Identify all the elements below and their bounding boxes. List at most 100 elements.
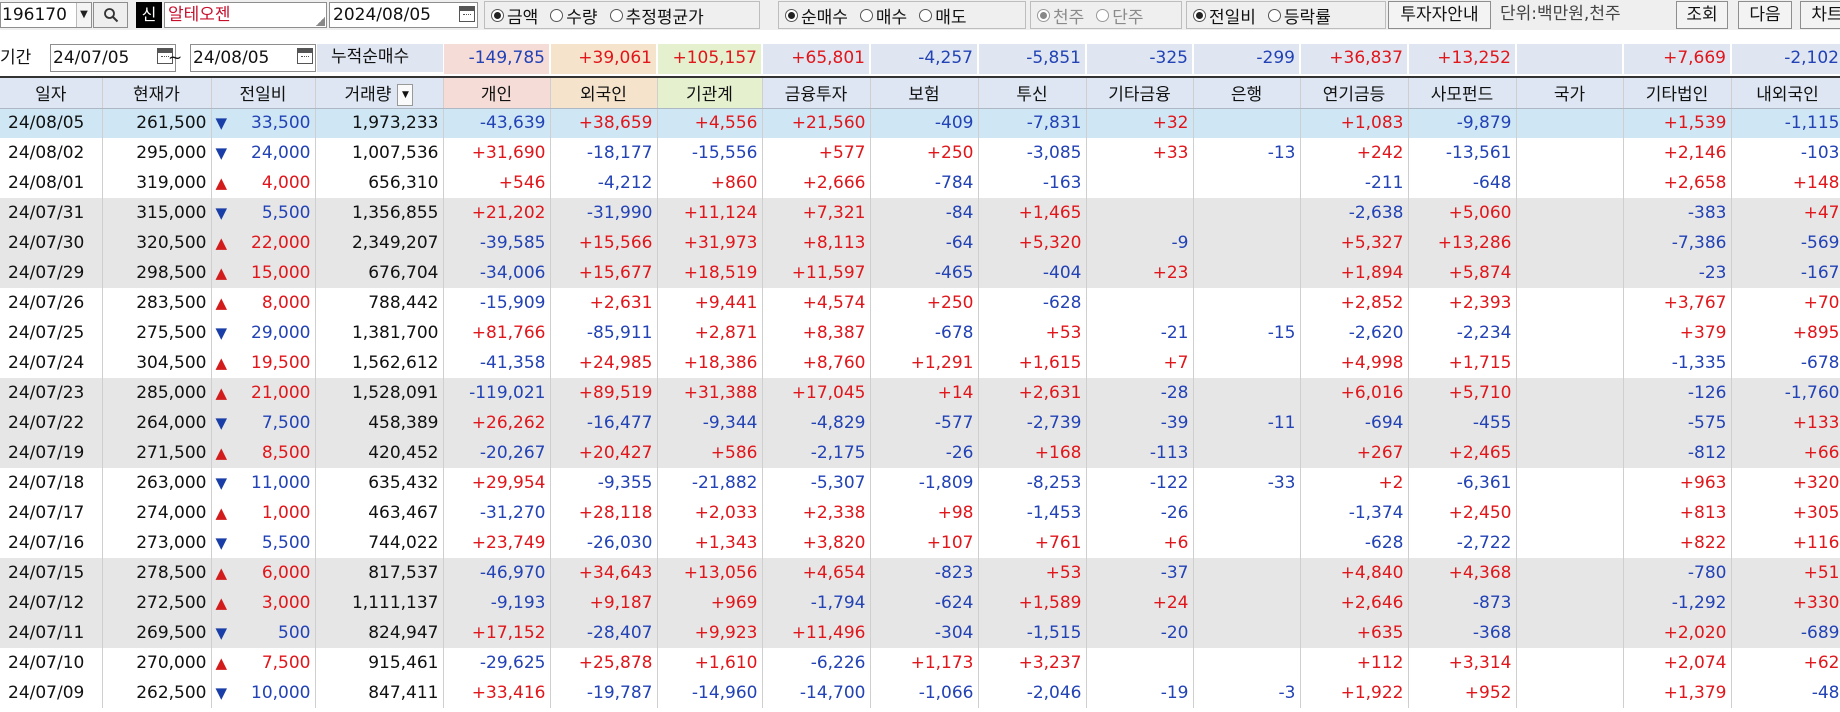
column-header-4[interactable]: 개인 [443, 78, 551, 109]
table-row[interactable]: 24/07/16 273,000 ▼ 5,500 744,022 +23,749 -26,0… [0, 528, 1840, 558]
table-row[interactable]: 24/07/11 269,500 ▼ 500 824,947 +17,152 -28,407… [0, 618, 1840, 648]
stock-name-field[interactable]: 알테오젠 [164, 2, 327, 28]
price-cell: 273,000 [102, 528, 212, 558]
table-row[interactable]: 24/07/26 283,500 ▲ 8,000 788,442 -15,909 +2,63… [0, 288, 1840, 318]
radio-quantity[interactable]: 수량 [550, 3, 598, 28]
column-header-16[interactable]: 내외국인 [1731, 78, 1840, 109]
table-row[interactable]: 24/07/15 278,500 ▲ 6,000 817,537 -46,970 +34,6… [0, 558, 1840, 588]
table-row[interactable]: 24/07/17 274,000 ▲ 1,000 463,467 -31,270 +28,1… [0, 498, 1840, 528]
date-cell: 24/07/24 [0, 348, 103, 378]
investor-value-cell: -211 [1300, 168, 1409, 198]
column-header-2[interactable]: 전일비 [211, 78, 316, 109]
sort-dropdown-icon[interactable]: ▼ [397, 83, 414, 106]
radio-dot-icon [609, 8, 623, 22]
calendar-icon[interactable] [297, 48, 313, 64]
radio-dot-icon [1267, 8, 1281, 22]
investor-value-cell: +1,615 [978, 348, 1087, 378]
radio-thousand-shares[interactable]: 천주 [1037, 3, 1084, 28]
column-header-8[interactable]: 보험 [870, 78, 979, 109]
column-header-5[interactable]: 외국인 [550, 78, 658, 109]
new-badge[interactable]: 신 [136, 2, 162, 28]
column-header-0[interactable]: 일자 [0, 78, 103, 109]
investor-value-cell: +2,146 [1623, 138, 1732, 168]
date-cell: 24/07/18 [0, 468, 103, 498]
volume-cell: 676,704 [315, 258, 444, 288]
investor-value-cell: +4,556 [657, 108, 763, 138]
radio-dot-icon [859, 8, 873, 22]
table-row[interactable]: 24/08/01 319,000 ▲ 4,000 656,310 +546 -4,212 +8… [0, 168, 1840, 198]
radio-change-rate[interactable]: 등락률 [1267, 3, 1331, 28]
radio-single-shares[interactable]: 단주 [1096, 3, 1144, 28]
investor-value-cell [1516, 678, 1624, 708]
price-cell: 269,500 [102, 618, 212, 648]
investor-value-cell: -2,739 [978, 408, 1087, 438]
table-row[interactable]: 24/07/19 271,500 ▲ 8,500 420,452 -20,267 +20,4… [0, 438, 1840, 468]
table-row[interactable]: 24/08/05 261,500 ▼ 33,500 1,973,233 -43,639 +3… [0, 108, 1840, 138]
date-cell: 24/08/01 [0, 168, 103, 198]
price-cell: 304,500 [102, 348, 212, 378]
table-row[interactable]: 24/07/30 320,500 ▲ 22,000 2,349,207 -39,585 +1… [0, 228, 1840, 258]
table-row[interactable]: 24/07/12 272,500 ▲ 3,000 1,111,137 -9,193 +9,1… [0, 588, 1840, 618]
column-header-6[interactable]: 기관계 [657, 78, 763, 109]
column-header-9[interactable]: 투신 [978, 78, 1087, 109]
investor-value-cell: -577 [870, 408, 979, 438]
investor-value-cell: +1,922 [1300, 678, 1409, 708]
table-row[interactable]: 24/07/22 264,000 ▼ 7,500 458,389 +26,262 -16,4… [0, 408, 1840, 438]
investor-value-cell: -2,234 [1408, 318, 1517, 348]
table-row[interactable]: 24/07/18 263,000 ▼ 11,000 635,432 +29,954 -9,3… [0, 468, 1840, 498]
investor-value-cell: +379 [1623, 318, 1732, 348]
table-row[interactable]: 24/08/02 295,000 ▼ 24,000 1,007,536 +31,690 -1… [0, 138, 1840, 168]
investor-value-cell: -1,292 [1623, 588, 1732, 618]
change-cell: ▼ 24,000 [211, 138, 316, 168]
radio-avg-price[interactable]: 추정평균가 [609, 3, 704, 28]
radio-prev-diff[interactable]: 전일비 [1193, 3, 1256, 28]
next-button[interactable]: 다음 [1738, 1, 1792, 29]
investor-value-cell: -628 [1300, 528, 1409, 558]
column-header-13[interactable]: 사모펀드 [1408, 78, 1517, 109]
column-header-14[interactable]: 국가 [1516, 78, 1624, 109]
radio-buy[interactable]: 매수 [859, 3, 907, 28]
investor-value-cell: -6,361 [1408, 468, 1517, 498]
table-row[interactable]: 24/07/29 298,500 ▲ 15,000 676,704 -34,006 +15,… [0, 258, 1840, 288]
investor-value-cell: +53 [978, 318, 1087, 348]
column-header-7[interactable]: 금융투자 [762, 78, 871, 109]
column-header-10[interactable]: 기타금융 [1086, 78, 1194, 109]
radio-amount[interactable]: 금액 [491, 3, 538, 28]
investor-value-cell: -34,006 [443, 258, 551, 288]
radio-sell[interactable]: 매도 [919, 3, 966, 28]
table-row[interactable]: 24/07/23 285,000 ▲ 21,000 1,528,091 -119,021 +… [0, 378, 1840, 408]
column-header-12[interactable]: 연기금등 [1300, 78, 1409, 109]
column-header-1[interactable]: 현재가 [102, 78, 212, 109]
investor-value-cell: -21,882 [657, 468, 763, 498]
table-row[interactable]: 24/07/31 315,000 ▼ 5,500 1,356,855 +21,202 -31… [0, 198, 1840, 228]
investor-value-cell: +17,152 [443, 618, 551, 648]
investor-value-cell: +1,589 [978, 588, 1087, 618]
radio-net-buy[interactable]: 순매수 [785, 3, 848, 28]
investor-value-cell: +3,820 [762, 528, 871, 558]
investor-info-button[interactable]: 투자자안내 [1388, 1, 1491, 29]
chart-button[interactable]: 차트 [1800, 1, 1840, 29]
table-row[interactable]: 24/07/09 262,500 ▼ 10,000 847,411 +33,416 -19,… [0, 678, 1840, 708]
column-header-3[interactable]: 거래량 ▼ [315, 78, 444, 109]
investor-value-cell: -569 [1731, 228, 1840, 258]
table-row[interactable]: 24/07/25 275,500 ▼ 29,000 1,381,700 +81,766 -8… [0, 318, 1840, 348]
investor-value-cell: +5,327 [1300, 228, 1409, 258]
table-row[interactable]: 24/07/24 304,500 ▲ 19,500 1,562,612 -41,358 +2… [0, 348, 1840, 378]
range-tilde: ~ [168, 48, 183, 68]
investor-value-cell: +51 [1731, 558, 1840, 588]
column-header-15[interactable]: 기타법인 [1623, 78, 1732, 109]
calendar-icon[interactable] [459, 6, 475, 22]
query-button[interactable]: 조회 [1676, 1, 1728, 29]
start-date-input[interactable]: 24/07/05 [50, 44, 176, 72]
date-cell: 24/07/10 [0, 648, 103, 678]
investor-value-cell: +330 [1731, 588, 1840, 618]
search-button[interactable] [93, 2, 128, 28]
table-row[interactable]: 24/07/10 270,000 ▲ 7,500 915,461 -29,625 +25,8… [0, 648, 1840, 678]
stock-code-input[interactable]: 196170 ▼ [0, 2, 92, 28]
end-date-input[interactable]: 24/08/05 [190, 44, 316, 72]
radio-label: 순매수 [801, 7, 848, 28]
column-header-11[interactable]: 은행 [1193, 78, 1301, 109]
chevron-down-icon[interactable]: ▼ [76, 3, 91, 27]
date-input[interactable]: 2024/08/05 [329, 2, 478, 28]
investor-value-cell: -812 [1623, 438, 1732, 468]
